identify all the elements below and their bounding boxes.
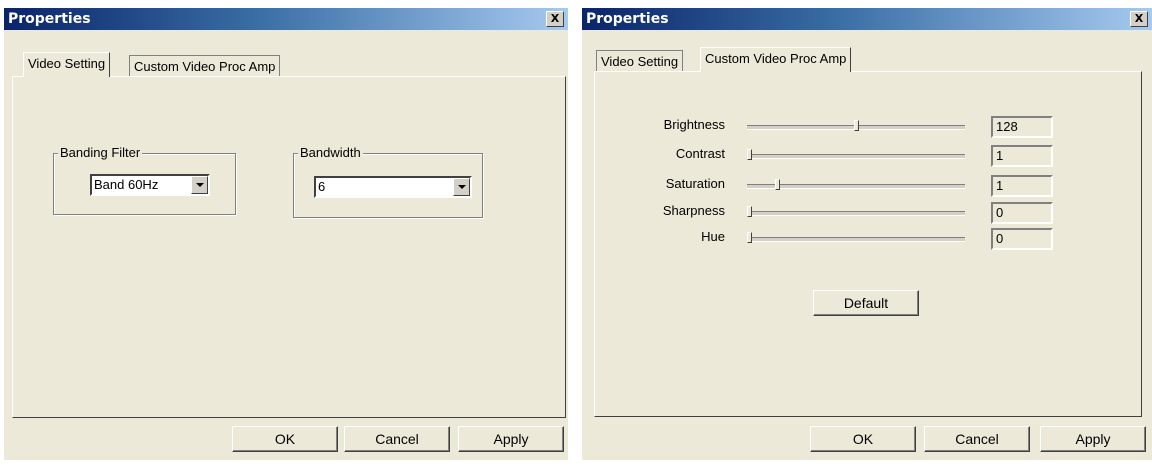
slider-label: Saturation xyxy=(665,176,725,191)
slider-value[interactable]: 1 xyxy=(991,145,1053,167)
banding-filter-label: Banding Filter xyxy=(58,145,143,160)
dialog-title: Properties xyxy=(8,11,91,27)
slider-value[interactable]: 0 xyxy=(991,228,1053,250)
close-button[interactable]: X xyxy=(546,11,564,27)
bandwidth-group: Bandwidth 6 xyxy=(293,145,483,218)
title-bar[interactable]: Properties X xyxy=(582,8,1152,30)
bandwidth-value: 6 xyxy=(318,179,326,194)
tab-video-setting[interactable]: Video Setting xyxy=(23,52,111,77)
chevron-down-icon[interactable] xyxy=(453,178,470,196)
ok-button[interactable]: OK xyxy=(810,426,916,452)
tab-custom-video-proc-amp[interactable]: Custom Video Proc Amp xyxy=(129,55,281,77)
slider-track[interactable] xyxy=(747,154,965,159)
dialog-title: Properties xyxy=(586,11,669,27)
slider-thumb[interactable] xyxy=(853,120,859,131)
slider-value[interactable]: 1 xyxy=(991,175,1053,197)
close-button[interactable]: X xyxy=(1130,11,1148,27)
properties-dialog-video-setting: Properties X Video Setting Custom Video … xyxy=(4,8,568,460)
tab-panel: Banding Filter Band 60Hz Bandwidth 6 xyxy=(12,76,566,418)
tab-panel: Brightness 128 Contrast 1 Saturation 1 S… xyxy=(594,71,1142,417)
slider-track[interactable] xyxy=(747,237,965,242)
default-button[interactable]: Default xyxy=(813,290,919,316)
slider-label: Contrast xyxy=(675,146,725,161)
tab-video-setting[interactable]: Video Setting xyxy=(596,50,684,72)
slider-track[interactable] xyxy=(747,211,965,216)
title-bar[interactable]: Properties X xyxy=(4,8,568,30)
bandwidth-label: Bandwidth xyxy=(298,145,363,160)
slider-track[interactable] xyxy=(747,184,965,189)
bandwidth-select[interactable]: 6 xyxy=(314,176,472,198)
banding-filter-value: Band 60Hz xyxy=(94,177,159,192)
chevron-down-icon[interactable] xyxy=(191,176,208,194)
slider-label: Sharpness xyxy=(662,203,725,218)
cancel-button[interactable]: Cancel xyxy=(924,426,1030,452)
tab-custom-video-proc-amp[interactable]: Custom Video Proc Amp xyxy=(700,47,852,72)
slider-thumb[interactable] xyxy=(774,179,780,190)
banding-filter-group: Banding Filter Band 60Hz xyxy=(53,145,236,215)
slider-value[interactable]: 0 xyxy=(991,202,1053,224)
cancel-button[interactable]: Cancel xyxy=(344,426,450,452)
slider-thumb[interactable] xyxy=(747,206,752,217)
slider-thumb[interactable] xyxy=(747,149,752,160)
properties-dialog-proc-amp: Properties X Video Setting Custom Video … xyxy=(582,8,1152,460)
slider-thumb[interactable] xyxy=(747,232,752,243)
apply-button[interactable]: Apply xyxy=(1040,426,1146,452)
apply-button[interactable]: Apply xyxy=(458,426,564,452)
ok-button[interactable]: OK xyxy=(232,426,338,452)
slider-label: Brightness xyxy=(663,117,725,132)
slider-value[interactable]: 128 xyxy=(991,116,1053,138)
slider-label: Hue xyxy=(701,229,725,244)
banding-filter-select[interactable]: Band 60Hz xyxy=(90,174,210,196)
